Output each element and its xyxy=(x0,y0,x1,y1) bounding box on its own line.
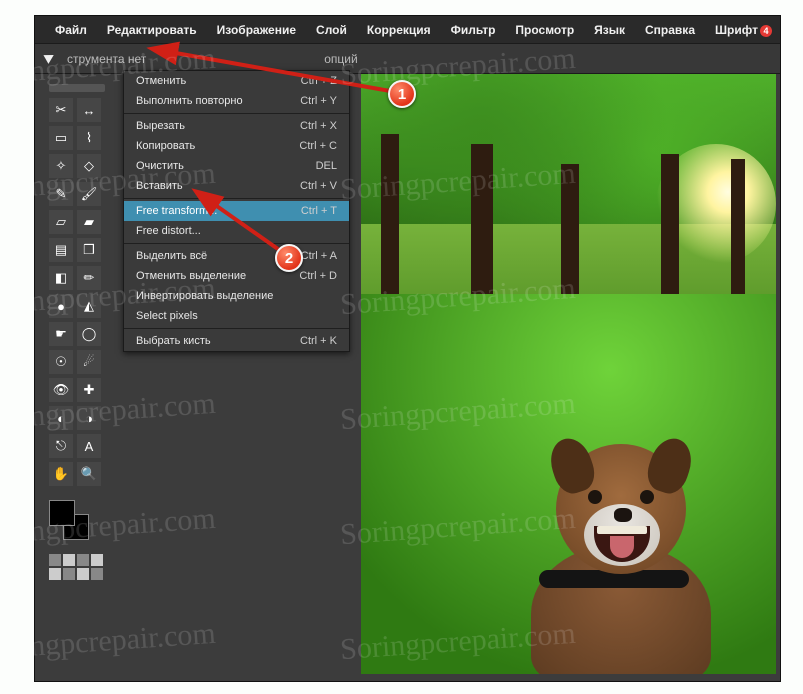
smudge-icon[interactable]: ☛ xyxy=(49,322,73,346)
menu-item-label: Выделить всё xyxy=(136,250,207,262)
brush-icon[interactable]: 🖌 xyxy=(77,182,101,206)
picker-icon[interactable]: ⎋ xyxy=(49,434,73,458)
menu-item-инвертировать-выделение[interactable]: Инвертировать выделение xyxy=(124,286,349,306)
menu-adjust[interactable]: Коррекция xyxy=(361,19,437,41)
menu-item-label: Free distort... xyxy=(136,225,201,237)
color-swatches[interactable] xyxy=(49,500,89,540)
move-tool-icon[interactable] xyxy=(43,51,59,67)
menu-item-label: Вставить xyxy=(136,180,183,192)
menu-item-вырезать[interactable]: Вырезать Ctrl + X xyxy=(124,116,349,136)
dodge-icon[interactable]: ☉ xyxy=(49,350,73,374)
callout-1: 1 xyxy=(388,80,416,108)
toolbox-header xyxy=(49,84,105,92)
hand-icon[interactable]: ✋ xyxy=(49,462,73,486)
blur-icon[interactable]: ● xyxy=(49,294,73,318)
redeye-icon[interactable]: 👁 xyxy=(49,378,73,402)
menubar: Файл Редактировать Изображение Слой Корр… xyxy=(35,16,780,44)
menu-item-select-pixels[interactable]: Select pixels xyxy=(124,306,349,326)
foreground-color-swatch[interactable] xyxy=(49,500,75,526)
menu-item-shortcut: Ctrl + X xyxy=(300,120,337,132)
menu-item-label: Вырезать xyxy=(136,120,185,132)
gradient-icon[interactable]: ▤ xyxy=(49,238,73,262)
zoom-icon[interactable]: 🔍 xyxy=(77,462,101,486)
font-notification-badge: 4 xyxy=(760,25,772,37)
menu-item-shortcut: Ctrl + A xyxy=(301,250,337,262)
burn-icon[interactable]: ☄ xyxy=(77,350,101,374)
crop-icon[interactable]: ✂ xyxy=(49,98,73,122)
menu-item-label: Выбрать кисть xyxy=(136,335,211,347)
menu-language[interactable]: Язык xyxy=(588,19,631,41)
menu-layer[interactable]: Слой xyxy=(310,19,353,41)
menu-item-label: Копировать xyxy=(136,140,195,152)
menu-font-label: Шрифт xyxy=(715,23,758,37)
bloat-icon[interactable]: ◐ xyxy=(49,406,73,430)
canvas-dog xyxy=(501,424,721,674)
replace-color-icon[interactable]: ◧ xyxy=(49,266,73,290)
menu-font[interactable]: Шрифт4 xyxy=(709,19,778,41)
lasso-icon[interactable]: ⌇ xyxy=(77,126,101,150)
marquee-icon[interactable]: ▭ xyxy=(49,126,73,150)
annotation-arrow-1 xyxy=(160,46,400,109)
eraser-icon[interactable]: ▱ xyxy=(49,210,73,234)
menu-item-label: Select pixels xyxy=(136,310,198,322)
app-window: Файл Редактировать Изображение Слой Корр… xyxy=(35,16,780,681)
menu-item-shortcut: DEL xyxy=(316,160,337,172)
lasso-poly-icon[interactable]: ◇ xyxy=(77,154,101,178)
menu-item-отменить-выделение[interactable]: Отменить выделение Ctrl + D xyxy=(124,266,349,286)
menu-filter[interactable]: Фильтр xyxy=(445,19,502,41)
menu-item-shortcut: Ctrl + D xyxy=(299,270,337,282)
menu-item-shortcut: Ctrl + T xyxy=(301,205,337,217)
tool-grid: ✂↔▭⌇✧◇✎🖌▱▰▤❒◧✏●◭☛◯☉☄👁✚◐◑⎋A✋🔍 xyxy=(49,98,105,486)
pinch-icon[interactable]: ◑ xyxy=(77,406,101,430)
wand-icon[interactable]: ✧ xyxy=(49,154,73,178)
menu-item-label: Отменить выделение xyxy=(136,270,246,282)
option-text-fragment: струмента нет xyxy=(67,52,146,66)
type-icon[interactable]: A xyxy=(77,434,101,458)
menu-item-label: Инвертировать выделение xyxy=(136,290,273,302)
menu-item-вставить[interactable]: Вставить Ctrl + V xyxy=(124,176,349,196)
clone-icon[interactable]: ❒ xyxy=(77,238,101,262)
menu-item-shortcut: Ctrl + C xyxy=(299,140,337,152)
menu-item-очистить[interactable]: Очистить DEL xyxy=(124,156,349,176)
spot-heal-icon[interactable]: ✚ xyxy=(77,378,101,402)
canvas[interactable] xyxy=(361,74,776,674)
pencil-icon[interactable]: ✎ xyxy=(49,182,73,206)
menu-image[interactable]: Изображение xyxy=(211,19,302,41)
menu-item-копировать[interactable]: Копировать Ctrl + C xyxy=(124,136,349,156)
menu-item-выбрать-кисть[interactable]: Выбрать кисть Ctrl + K xyxy=(124,331,349,351)
callout-2: 2 xyxy=(275,244,303,272)
toolbox: ✂↔▭⌇✧◇✎🖌▱▰▤❒◧✏●◭☛◯☉☄👁✚◐◑⎋A✋🔍 xyxy=(49,84,105,580)
menu-item-shortcut: Ctrl + V xyxy=(300,180,337,192)
sponge-icon[interactable]: ◯ xyxy=(77,322,101,346)
menu-edit[interactable]: Редактировать xyxy=(101,19,203,41)
bucket-icon[interactable]: ▰ xyxy=(77,210,101,234)
menu-separator xyxy=(124,113,349,114)
menu-item-label: Очистить xyxy=(136,160,184,172)
sharpen-icon[interactable]: ◭ xyxy=(77,294,101,318)
menu-item-shortcut: Ctrl + K xyxy=(300,335,337,347)
menu-help[interactable]: Справка xyxy=(639,19,701,41)
move-icon[interactable]: ↔ xyxy=(77,98,101,122)
draw-icon[interactable]: ✏ xyxy=(77,266,101,290)
menu-view[interactable]: Просмотр xyxy=(509,19,580,41)
menu-file[interactable]: Файл xyxy=(49,19,93,41)
menu-separator xyxy=(124,328,349,329)
mini-swatches[interactable] xyxy=(49,554,105,580)
